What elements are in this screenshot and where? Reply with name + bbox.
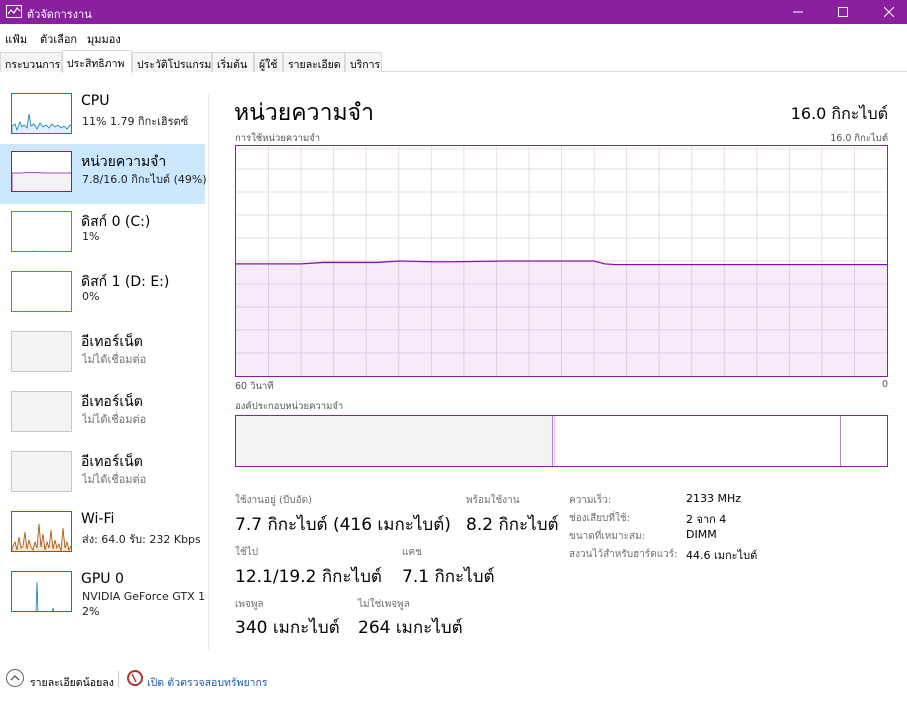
title-bar: ตัวจัดการงาน	[0, 0, 907, 24]
cpu-thumbnail	[11, 93, 72, 134]
chart-time-left: 60 วินาที	[235, 381, 274, 392]
chevron-up-icon[interactable]	[6, 669, 24, 687]
tab-users[interactable]: ผู้ใช้	[254, 52, 283, 72]
close-button[interactable]	[866, 0, 907, 24]
form-factor-value: DIMM	[686, 528, 717, 541]
sidebar-item-wifi[interactable]: Wi-Fi ส่ง: 64.0 รับ: 232 Kbps	[0, 504, 205, 564]
task-manager-icon	[6, 5, 22, 18]
sidebar-divider	[208, 94, 209, 650]
sidebar-subtitle: 1%	[82, 230, 100, 243]
page-title: หน่วยความจำ	[234, 100, 375, 126]
window-title: ตัวจัดการงาน	[27, 8, 92, 21]
menu-view[interactable]: มุมมอง	[87, 30, 121, 48]
memory-usage-chart	[235, 145, 888, 377]
usage-area	[236, 261, 887, 376]
sidebar-title: CPU	[81, 93, 110, 109]
sidebar-item-memory[interactable]: หน่วยความจำ 7.8/16.0 กิกะไบต์ (49%)	[0, 144, 206, 204]
nonpaged-pool-label: ไม่ใช่เพจพูล	[358, 599, 410, 610]
resource-sidebar: CPU 11% 1.79 กิกะเฮิรตซ์ หน่วยความจำ 7.8…	[0, 86, 208, 652]
speed-value: 2133 MHz	[686, 492, 742, 505]
resource-monitor-icon[interactable]	[127, 670, 143, 686]
sidebar-item-cpu[interactable]: CPU 11% 1.79 กิกะเฮิรตซ์	[0, 86, 205, 146]
sidebar-subtitle: ไม่ได้เชื่อมต่อ	[82, 413, 147, 426]
sidebar-item-disk-0[interactable]: ดิสก์ 0 (C:) 1%	[0, 204, 205, 264]
form-factor-label: ขนาดที่เหมาะสม:	[569, 531, 646, 542]
close-icon	[884, 7, 894, 17]
tab-services[interactable]: บริการ	[345, 52, 382, 72]
chart-time-right: 0	[881, 379, 888, 390]
sidebar-subtitle: ส่ง: 64.0 รับ: 232 Kbps	[82, 533, 201, 546]
usage-chart-label: การใช้หน่วยความจำ	[235, 133, 321, 144]
memory-thumbnail	[11, 151, 72, 192]
fewer-details-link[interactable]: รายละเอียดน้อยลง	[30, 674, 114, 691]
sidebar-item-ethernet[interactable]: อีเทอร์เน็ต ไม่ได้เชื่อมต่อ	[0, 324, 205, 384]
composition-label: องค์ประกอบหน่วยความจำ	[235, 401, 344, 412]
menu-file[interactable]: แฟ้ม	[5, 30, 27, 48]
tab-processes[interactable]: กระบวนการ	[0, 52, 62, 72]
tab-startup[interactable]: เริ่มต้น	[212, 52, 254, 72]
in-use-value: 7.7 กิกะไบต์ (416 เมกะไบต์)	[235, 515, 451, 535]
sidebar-subtitle-2: 2%	[82, 605, 100, 618]
in-use-label: ใช้งานอยู่ (บีบอัด)	[235, 495, 313, 506]
sidebar-subtitle: NVIDIA GeForce GTX 1080	[82, 590, 206, 603]
tab-performance[interactable]: ประสิทธิภาพ	[62, 50, 132, 73]
paged-pool-label: เพจพูล	[235, 599, 264, 610]
disk-0-thumbnail	[11, 211, 72, 252]
footer-bar: รายละเอียดน้อยลง เปิด ตัวตรวจสอบทรัพยากร	[0, 665, 907, 695]
minimize-icon	[793, 11, 803, 13]
speed-label: ความเร็ว:	[569, 495, 612, 506]
ethernet-thumbnail	[11, 391, 72, 432]
cached-value: 7.1 กิกะไบต์	[402, 567, 495, 587]
minimize-button[interactable]	[775, 0, 821, 24]
sidebar-subtitle: ไม่ได้เชื่อมต่อ	[82, 353, 147, 366]
gpu-thumbnail	[11, 571, 72, 612]
sidebar-subtitle: 7.8/16.0 กิกะไบต์ (49%)	[82, 173, 206, 186]
composition-in-use	[236, 416, 552, 466]
committed-label: ใช้ไป	[235, 547, 259, 558]
sidebar-subtitle: 0%	[82, 290, 100, 303]
sidebar-item-ethernet[interactable]: อีเทอร์เน็ต ไม่ได้เชื่อมต่อ	[0, 384, 205, 444]
hardware-reserved-label: สงวนไว้สำหรับฮาร์ดแวร์:	[569, 549, 678, 560]
menu-options[interactable]: ตัวเลือก	[40, 30, 77, 48]
sidebar-item-disk-1[interactable]: ดิสก์ 1 (D: E:) 0%	[0, 264, 205, 324]
memory-composition-bar	[235, 415, 888, 467]
disk-1-thumbnail	[11, 271, 72, 312]
sidebar-title: Wi-Fi	[81, 511, 115, 527]
slots-label: ช่องเสียบที่ใช้:	[569, 513, 631, 524]
tab-details[interactable]: รายละเอียด	[283, 52, 345, 72]
tab-app-history[interactable]: ประวัติโปรแกรม	[132, 52, 212, 72]
available-label: พร้อมใช้งาน	[466, 495, 520, 506]
cached-label: แคช	[402, 547, 422, 558]
hardware-reserved-value: 44.6 เมกะไบต์	[686, 549, 758, 562]
usage-chart-svg	[236, 146, 887, 376]
available-value: 8.2 กิกะไบต์	[466, 515, 559, 535]
wifi-thumbnail	[11, 511, 72, 552]
maximize-icon	[838, 7, 848, 17]
ethernet-thumbnail	[11, 331, 72, 372]
sidebar-subtitle: ไม่ได้เชื่อมต่อ	[82, 473, 147, 486]
sidebar-item-gpu[interactable]: GPU 0 NVIDIA GeForce GTX 1080 2%	[0, 564, 206, 624]
committed-value: 12.1/19.2 กิกะไบต์	[235, 567, 382, 587]
maximize-button[interactable]	[820, 0, 866, 24]
paged-pool-value: 340 เมกะไบต์	[235, 618, 340, 638]
sidebar-subtitle: 11% 1.79 กิกะเฮิรตซ์	[82, 115, 189, 128]
open-resource-monitor-link[interactable]: เปิด ตัวตรวจสอบทรัพยากร	[147, 674, 268, 691]
memory-total: 16.0 กิกะไบต์	[790, 104, 888, 123]
sidebar-title: GPU 0	[81, 571, 124, 587]
footer-separator	[118, 671, 119, 687]
nonpaged-pool-value: 264 เมกะไบต์	[358, 618, 463, 638]
slots-value: 2 จาก 4	[686, 513, 727, 526]
tab-strip: กระบวนการ ประสิทธิภาพ ประวัติโปรแกรม เริ…	[0, 50, 907, 73]
menu-bar: แฟ้ม ตัวเลือก มุมมอง	[0, 26, 907, 46]
usage-chart-max: 16.0 กิกะไบต์	[830, 133, 888, 144]
ethernet-thumbnail	[11, 451, 72, 492]
sidebar-item-ethernet[interactable]: อีเทอร์เน็ต ไม่ได้เชื่อมต่อ	[0, 444, 205, 504]
